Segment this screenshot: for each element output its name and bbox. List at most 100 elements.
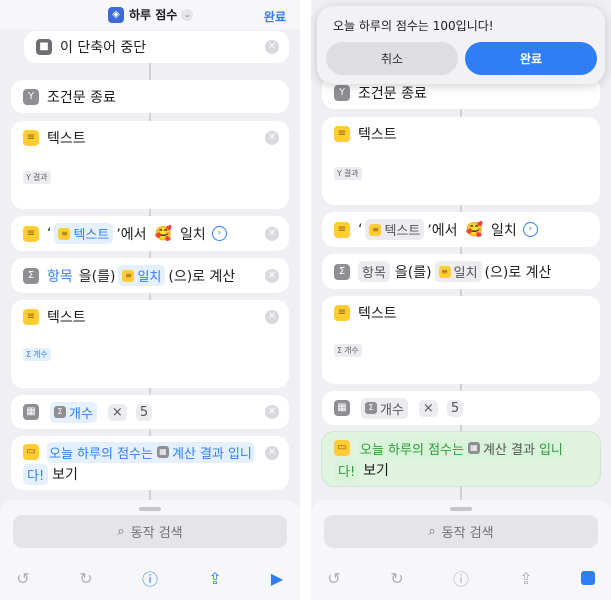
undo-icon[interactable]: ↺ bbox=[12, 567, 34, 589]
text-icon: ≡ bbox=[122, 269, 135, 282]
action-text-1[interactable]: ≡ 텍스트 ✕ Y 결과 bbox=[11, 121, 289, 209]
action-title: 텍스트 bbox=[47, 310, 86, 326]
drawer-handle[interactable] bbox=[450, 507, 472, 511]
operand-value[interactable]: 5 bbox=[446, 399, 464, 417]
action-count[interactable]: Σ 항목 을(를) ≡ 일치 (으)로 계산 bbox=[322, 254, 600, 289]
count-variable-token[interactable]: Σ 개수 bbox=[361, 397, 408, 419]
text-icon: ≡ bbox=[369, 223, 382, 236]
text-field[interactable]: Y 결과 bbox=[334, 161, 588, 199]
action-calculate[interactable]: ▦ Σ 개수 × 5 bbox=[322, 391, 600, 425]
action-match-text[interactable]: ≡ ‘ ≡ 텍스트 ’에서 🥰 일치 › ✕ bbox=[11, 216, 289, 251]
branch-icon: Y bbox=[26, 173, 31, 182]
search-icon: ⌕ bbox=[428, 524, 436, 539]
message-text[interactable]: 오늘 하루의 점수는 bbox=[358, 437, 466, 459]
alert-message: 오늘 하루의 점수는 100입니다! bbox=[333, 19, 494, 33]
text-variable-token[interactable]: ≡ 텍스트 bbox=[365, 219, 425, 240]
message-text[interactable]: 오늘 하루의 점수는 bbox=[47, 441, 155, 463]
action-text-2[interactable]: ≡ 텍스트 ✕ Σ 개수 bbox=[11, 300, 289, 388]
match-word: 일치 bbox=[491, 222, 517, 239]
info-icon[interactable]: ⓘ bbox=[450, 567, 472, 589]
message-text[interactable]: 입니 bbox=[225, 441, 254, 463]
info-icon[interactable]: ⓘ bbox=[139, 567, 161, 589]
drawer-handle[interactable] bbox=[139, 507, 161, 511]
action-end-if[interactable]: Y 조건문 종료 bbox=[11, 80, 289, 113]
action-calculate[interactable]: ▦ Σ 개수 × 5 ✕ bbox=[11, 395, 289, 429]
remove-action-icon[interactable]: ✕ bbox=[265, 405, 279, 419]
chevron-right-icon[interactable]: › bbox=[522, 222, 538, 237]
remove-action-icon[interactable]: ✕ bbox=[265, 131, 279, 145]
variable-token[interactable]: Σ 개수 bbox=[334, 344, 362, 357]
operator[interactable]: × bbox=[418, 399, 438, 417]
variable-token[interactable]: Y 결과 bbox=[334, 167, 362, 180]
search-placeholder: 동작 검색 bbox=[130, 526, 183, 541]
action-drawer: ⌕ 동작 검색 ↺ ↻ ⓘ ⇪ bbox=[311, 500, 611, 600]
remove-action-icon[interactable]: ✕ bbox=[265, 227, 279, 241]
action-show-result-running[interactable]: ▭ 오늘 하루의 점수는 ▦ 계산 결과 입니 다! 보기 bbox=[322, 432, 600, 486]
show-result-icon: ▭ bbox=[334, 440, 350, 456]
cancel-button[interactable]: 취소 bbox=[326, 42, 458, 75]
text-field[interactable]: Σ 개수 bbox=[23, 342, 277, 382]
text-icon: ≡ bbox=[23, 130, 39, 146]
share-icon[interactable]: ⇪ bbox=[204, 567, 226, 589]
quote-open: ‘ bbox=[47, 225, 52, 242]
action-count[interactable]: Σ 항목 을(를) ≡ 일치 (으)로 계산 ✕ bbox=[11, 258, 289, 293]
action-title: 텍스트 bbox=[47, 131, 86, 147]
text-variable-token[interactable]: ≡ 텍스트 bbox=[54, 223, 114, 244]
show-label: 보기 bbox=[52, 467, 78, 483]
done-button[interactable]: 완료 bbox=[465, 42, 597, 75]
operand-value[interactable]: 5 bbox=[135, 403, 153, 421]
variable-token[interactable]: Σ 개수 bbox=[23, 348, 51, 361]
text-field[interactable]: Y 결과 bbox=[23, 165, 277, 203]
match-word: 일치 bbox=[180, 226, 206, 243]
count-variable-token[interactable]: Σ 개수 bbox=[50, 401, 97, 423]
match-variable-token[interactable]: ≡ 일치 bbox=[434, 261, 482, 282]
remove-action-icon[interactable]: ✕ bbox=[265, 40, 279, 54]
count-suffix: (으)로 계산 bbox=[484, 264, 552, 281]
search-placeholder: 동작 검색 bbox=[441, 526, 494, 541]
search-input[interactable]: ⌕ 동작 검색 bbox=[13, 515, 287, 548]
search-input[interactable]: ⌕ 동작 검색 bbox=[324, 515, 598, 548]
message-text[interactable]: 다! bbox=[334, 459, 360, 481]
redo-icon[interactable]: ↻ bbox=[75, 567, 97, 589]
play-icon[interactable]: ▶ bbox=[266, 567, 288, 589]
stop-icon[interactable] bbox=[577, 567, 599, 589]
message-text[interactable]: 다! bbox=[23, 463, 49, 485]
branch-icon: Y bbox=[337, 169, 342, 178]
action-stop-shortcut[interactable]: ■ 이 단축어 중단 ✕ bbox=[24, 31, 289, 63]
text-field[interactable]: Σ 개수 bbox=[334, 338, 588, 378]
operator[interactable]: × bbox=[107, 403, 127, 421]
editor-pane-left: ◈ 하루 점수 ⌄ 완료 ■ 이 단축어 중단 ✕ Y 조건문 종료 ≡ 텍스트… bbox=[0, 0, 300, 600]
message-text[interactable]: 입니 bbox=[536, 437, 565, 459]
done-button[interactable]: 완료 bbox=[264, 8, 286, 25]
redo-icon[interactable]: ↻ bbox=[386, 567, 408, 589]
action-text-1[interactable]: ≡ 텍스트 Y 결과 bbox=[322, 117, 600, 205]
action-text-2[interactable]: ≡ 텍스트 Σ 개수 bbox=[322, 296, 600, 384]
remove-action-icon[interactable]: ✕ bbox=[265, 310, 279, 324]
share-icon[interactable]: ⇪ bbox=[515, 567, 537, 589]
chevron-right-icon[interactable]: › bbox=[211, 226, 227, 241]
remove-action-icon[interactable]: ✕ bbox=[265, 446, 279, 460]
shortcut-title-menu[interactable]: ◈ 하루 점수 ⌄ bbox=[108, 6, 194, 23]
pattern-emoji[interactable]: 🥰 bbox=[155, 226, 172, 242]
variable-token[interactable]: Y 결과 bbox=[23, 171, 51, 184]
match-variable-token[interactable]: ≡ 일치 bbox=[118, 265, 166, 286]
count-type[interactable]: 항목 bbox=[47, 266, 73, 286]
sigma-icon: Σ bbox=[334, 263, 350, 280]
action-match-text[interactable]: ≡ ‘ ≡ 텍스트 ’에서 🥰 일치 › bbox=[322, 212, 600, 247]
sigma-icon: Σ bbox=[365, 402, 377, 414]
calculator-icon: ▦ bbox=[23, 404, 39, 420]
calc-result-token[interactable]: ▦ 계산 결과 bbox=[465, 437, 537, 459]
action-show-result[interactable]: ▭ 오늘 하루의 점수는 ▦ 계산 결과 입니 다! 보기 ✕ bbox=[11, 436, 289, 490]
calc-result-token[interactable]: ▦ 계산 결과 bbox=[154, 441, 226, 463]
action-label: 조건문 종료 bbox=[358, 85, 427, 102]
count-suffix: (으)로 계산 bbox=[168, 268, 236, 285]
stop-icon: ■ bbox=[36, 39, 52, 55]
search-icon: ⌕ bbox=[117, 524, 125, 539]
chevron-down-icon: ⌄ bbox=[181, 8, 194, 21]
count-type[interactable]: 항목 bbox=[358, 261, 390, 282]
quote-open: ‘ bbox=[358, 221, 363, 238]
undo-icon[interactable]: ↺ bbox=[323, 567, 345, 589]
calculator-icon: ▦ bbox=[467, 442, 480, 454]
remove-action-icon[interactable]: ✕ bbox=[265, 269, 279, 283]
pattern-emoji[interactable]: 🥰 bbox=[466, 222, 483, 238]
